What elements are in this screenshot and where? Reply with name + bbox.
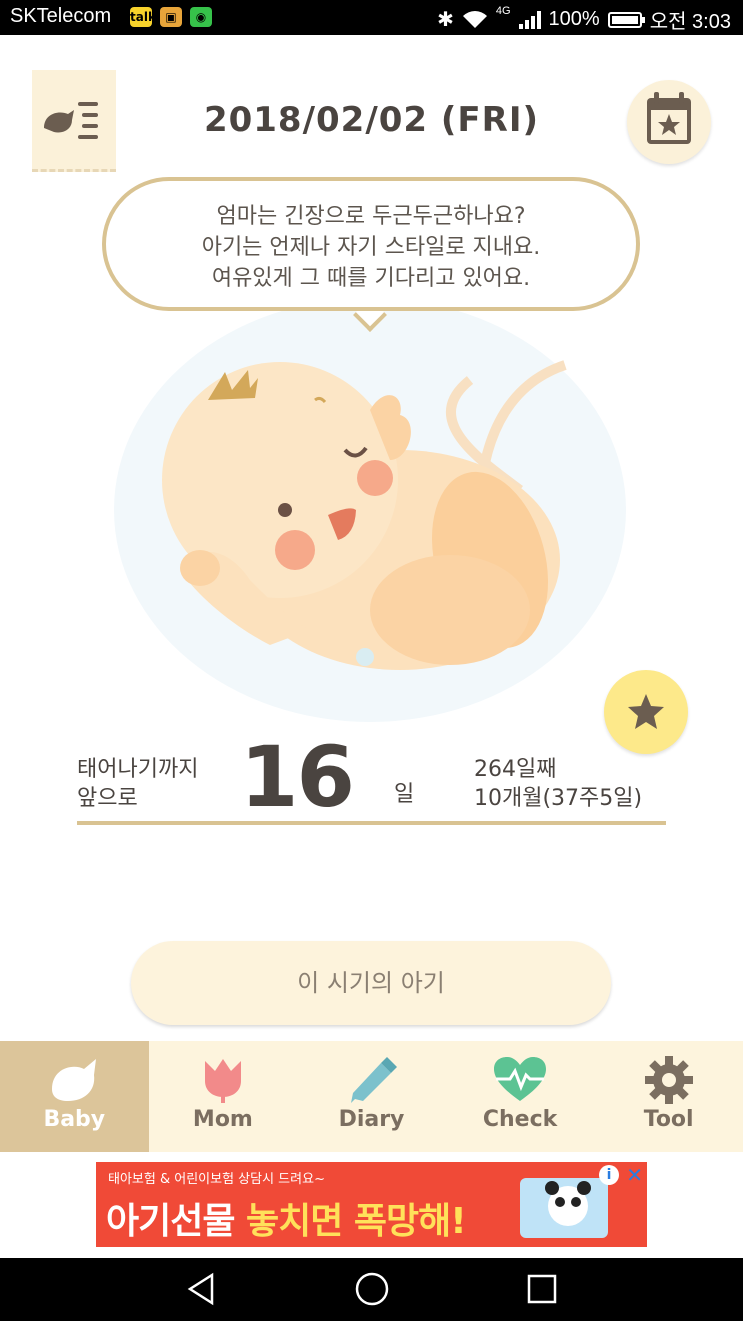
pregnancy-progress: 264일째 10개월(37주5일) [474,755,642,813]
carrier-label: SKTelecom [10,5,112,27]
bubble-line-2: 아기는 언제나 자기 스타일로 지내요. [201,235,541,260]
ad-main-text: 아기선물 놓치면 폭망해! [106,1192,467,1244]
clock: 오전 3:03 [649,11,731,33]
countdown-label: 태어나기까지 앞으로 [77,755,198,813]
tab-baby[interactable]: Baby [0,1041,149,1152]
recents-icon[interactable] [526,1273,558,1305]
status-bar: SKTelecom talk ▣ ◉ ✱ 4G 100% 오전 3:03 [0,0,743,35]
tab-tool[interactable]: Tool [594,1041,743,1152]
days-unit: 일 [394,782,415,807]
home-icon[interactable] [354,1271,390,1307]
ad-close-icon[interactable]: ✕ [626,1163,643,1187]
bubble-line-3: 여유있게 그 때를 기다리고 있어요. [211,266,531,291]
tab-label: Diary [338,1107,405,1132]
tab-diary[interactable]: Diary [297,1041,446,1152]
ad-info-icon[interactable]: i [599,1165,619,1185]
days-remaining: 16 [240,728,355,826]
favorite-button[interactable] [604,670,688,754]
ad-main-text-1: 아기선물 [106,1201,235,1242]
gear-icon [644,1056,693,1104]
heartbeat-icon [494,1057,547,1101]
ad-top-text: 태아보험 & 어린이보험 상담시 드려요~ [108,1172,325,1187]
tab-label: Check [482,1107,558,1132]
baby-this-period-button[interactable]: 이 시기의 아기 [131,941,611,1025]
back-icon[interactable] [184,1272,218,1306]
tab-mom[interactable]: Mom [149,1041,298,1152]
star-icon [628,694,664,729]
bird-icon [52,1059,97,1101]
status-right: ✱ 4G 100% 오전 3:03 [437,5,731,34]
divider [77,821,666,825]
countdown-label-line2: 앞으로 [77,786,138,811]
network-label: 4G [495,5,511,17]
battery-percent: 100% [548,8,600,30]
baby-illustration [114,300,626,722]
battery-icon [607,11,645,28]
bag-icon: ▣ [160,7,182,27]
tab-label: Mom [192,1107,253,1132]
talk-icon: talk [130,7,156,27]
day-count: 264일째 [474,757,557,782]
tab-bar: Baby Mom Diary Check Tool [0,1041,743,1152]
speech-bubble: 엄마는 긴장으로 두근두근하나요? 아기는 언제나 자기 스타일로 지내요. 여… [102,177,640,311]
calendar-button[interactable] [627,80,711,164]
tab-label: Tool [643,1107,694,1132]
ad-banner[interactable]: 태아보험 & 어린이보험 상담시 드려요~ 아기선물 놓치면 폭망해! i ✕ [96,1162,647,1247]
calendar-star-icon [647,92,691,144]
pencil-icon [351,1057,398,1103]
wifi-icon [462,10,487,28]
tulip-icon [204,1059,241,1103]
tab-check[interactable]: Check [446,1041,595,1152]
month-week: 10개월(37주5일) [474,786,643,811]
countdown-label-line1: 태어나기까지 [77,757,199,782]
bubble-line-1: 엄마는 긴장으로 두근두근하나요? [216,204,526,229]
ad-main-text-2: 놓치면 폭망해! [246,1201,467,1242]
tab-label: Baby [43,1107,106,1132]
bluetooth-icon: ✱ [437,9,454,31]
signal-icon [518,10,541,29]
system-nav-bar [0,1258,743,1321]
app-icon: ◉ [190,7,212,27]
